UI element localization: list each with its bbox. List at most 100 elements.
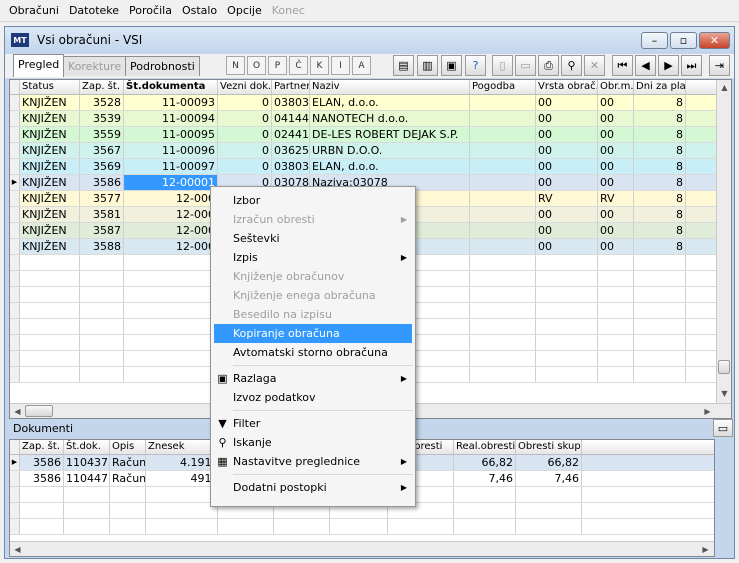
cell-status: KNJIŽEN — [20, 95, 80, 110]
menu-item-opcije[interactable]: Opcije — [222, 0, 267, 22]
table-row[interactable]: KNJIŽEN 3569 11-00097 0 03803 ELAN, d.o.o. 00 0… — [10, 159, 716, 175]
row-indicator — [10, 487, 20, 502]
ctx-item-dodatni-postopki[interactable]: Dodatni postopki ▶ — [211, 478, 415, 497]
scroll-thumb[interactable] — [718, 360, 730, 374]
column-header[interactable]: Vezni dok. — [218, 80, 272, 94]
print-preview-icon[interactable]: ▥ — [417, 55, 438, 76]
letter-button[interactable]: I — [331, 56, 350, 75]
vertical-scrollbar[interactable]: ▲ ▼ — [716, 80, 731, 403]
empty-cell — [20, 287, 80, 302]
ctx-item-besedilo-na-izpisu[interactable]: Besedilo na izpisu — [211, 305, 415, 324]
column-header[interactable]: Partner — [272, 80, 310, 94]
table-row[interactable]: KNJIŽEN 3559 11-00095 0 02441 DE-LES ROBERT D… — [10, 127, 716, 143]
scroll-left-icon[interactable]: ◀ — [10, 404, 25, 418]
ctx-item-izpis[interactable]: Izpis ▶ — [211, 248, 415, 267]
letter-button[interactable]: N — [226, 56, 245, 75]
letter-button[interactable]: O — [247, 56, 266, 75]
exit-icon[interactable]: ⇥ — [709, 55, 730, 76]
letter-button[interactable]: P — [268, 56, 287, 75]
column-header[interactable]: Status — [20, 80, 80, 94]
ctx-item-avtomatski-storno-obra-una[interactable]: Avtomatski storno obračuna — [211, 343, 415, 362]
cell-vrsta: 00 — [536, 207, 598, 222]
column-header[interactable]: Opis — [110, 440, 146, 454]
help-icon[interactable]: ? — [465, 55, 486, 76]
table-row[interactable]: KNJIŽEN 3539 11-00094 0 04144 NANOTECH d.o.o.… — [10, 111, 716, 127]
submenu-arrow-icon: ▶ — [400, 374, 407, 383]
column-header[interactable]: Obresti skupaj — [516, 440, 582, 454]
next-record-icon[interactable]: ▶ — [658, 55, 679, 76]
empty-cell — [598, 351, 634, 366]
column-header[interactable]: Dni za plačilo — [634, 80, 686, 94]
tab-korekture[interactable]: Korekture — [63, 56, 127, 76]
ctx-item-nastavitve-preglednice[interactable]: ▦ Nastavitve preglednice ▶ — [211, 452, 415, 471]
ctx-item-knji-enje-enega-obra-una[interactable]: Knjiženje enega obračuna — [211, 286, 415, 305]
print-icon[interactable]: ⎙ — [538, 55, 559, 76]
ctx-item-se-tevki[interactable]: Seštevki — [211, 229, 415, 248]
ctx-item-izvoz-podatkov[interactable]: Izvoz podatkov — [211, 388, 415, 407]
column-header[interactable]: Št.dokumenta — [124, 80, 218, 94]
cell-opis: Račun — [112, 471, 146, 486]
maximize-button[interactable]: ▫ — [670, 32, 697, 49]
close-button[interactable]: ✕ — [699, 32, 730, 49]
new-doc-icon[interactable]: ▯ — [492, 55, 513, 76]
cell-doc: 12-000 — [124, 223, 218, 238]
scroll-right-icon[interactable]: ▶ — [700, 404, 715, 418]
tab-podrobnosti[interactable]: Podrobnosti — [125, 56, 200, 76]
ctx-icon: ▼ — [218, 417, 227, 430]
menu-item-ostalo[interactable]: Ostalo — [177, 0, 222, 22]
ctx-item-razlaga[interactable]: ▣ Razlaga ▶ — [211, 369, 415, 388]
menu-item-konec[interactable]: Konec — [267, 0, 310, 22]
prev-record-icon[interactable]: ◀ — [635, 55, 656, 76]
open-folder-icon[interactable]: ▭ — [515, 55, 536, 76]
empty-cell — [80, 367, 124, 382]
cell-zn: 491, — [146, 471, 218, 486]
ctx-item-label: Filter — [233, 417, 261, 430]
column-header[interactable]: Vrsta obrač. — [536, 80, 598, 94]
letter-button[interactable]: Č — [289, 56, 308, 75]
cell-dni: 8 — [634, 95, 686, 110]
ctx-item-izra-un-obresti[interactable]: Izračun obresti ▶ — [211, 210, 415, 229]
delete-icon[interactable]: ✕ — [584, 55, 605, 76]
ctx-item-filter[interactable]: ▼ Filter — [211, 414, 415, 433]
first-record-icon[interactable]: ⏮ — [612, 55, 633, 76]
column-header[interactable]: Zap. št. — [20, 440, 64, 454]
tab-pregled[interactable]: Pregled — [13, 54, 65, 77]
column-header[interactable]: Obr.m. — [598, 80, 634, 94]
ctx-item-knji-enje-obra-unov[interactable]: Knjiženje obračunov — [211, 267, 415, 286]
column-header[interactable]: Zap. št. — [80, 80, 124, 94]
hscroll-thumb[interactable] — [25, 405, 53, 417]
column-header[interactable]: Št.dok. — [64, 440, 110, 454]
empty-row — [10, 519, 714, 535]
menu-item-datoteke[interactable]: Datoteke — [64, 0, 124, 22]
docs-scroll-left-icon[interactable]: ◀ — [10, 542, 25, 556]
empty-cell — [634, 335, 686, 350]
ctx-item-izbor[interactable]: Izbor — [211, 191, 415, 210]
table-row[interactable]: KNJIŽEN 3528 11-00093 0 03803 ELAN, d.o.o. 00 0… — [10, 95, 716, 111]
ctx-item-kopiranje-obra-una[interactable]: Kopiranje obračuna — [214, 324, 412, 343]
ctx-item-label: Izvoz podatkov — [233, 391, 316, 404]
search-icon[interactable]: ⚲ — [561, 55, 582, 76]
empty-cell — [470, 351, 536, 366]
cell-zap: 3588 — [80, 239, 124, 254]
letter-button[interactable]: K — [310, 56, 329, 75]
column-header[interactable]: Znesek — [146, 440, 218, 454]
cell-partner: 02441 — [274, 127, 310, 142]
scroll-up-icon[interactable]: ▲ — [717, 80, 731, 95]
column-header[interactable]: Real.obresti — [454, 440, 516, 454]
menu-item-poročila[interactable]: Poročila — [124, 0, 177, 22]
last-record-icon[interactable]: ⏭ — [681, 55, 702, 76]
screen-icon[interactable]: ▣ — [441, 55, 462, 76]
report-icon[interactable]: ▤ — [393, 55, 414, 76]
menu-item-obračuni[interactable]: Obračuni — [4, 0, 64, 22]
letter-button[interactable]: A — [352, 56, 371, 75]
column-header[interactable]: Pogodba — [470, 80, 536, 94]
folder-icon[interactable]: ▭ — [713, 419, 733, 437]
column-header[interactable]: Naziv — [310, 80, 470, 94]
docs-horizontal-scrollbar[interactable]: ◀ ▶ — [10, 541, 714, 556]
minimize-button[interactable]: – — [641, 32, 668, 49]
ctx-item-iskanje[interactable]: ⚲ Iskanje — [211, 433, 415, 452]
table-row[interactable]: KNJIŽEN 3567 11-00096 0 03625 URBN D.O.O. 00 00… — [10, 143, 716, 159]
scroll-down-icon[interactable]: ▼ — [717, 386, 731, 401]
row-indicator — [10, 143, 20, 158]
docs-scroll-right-icon[interactable]: ▶ — [698, 542, 713, 556]
